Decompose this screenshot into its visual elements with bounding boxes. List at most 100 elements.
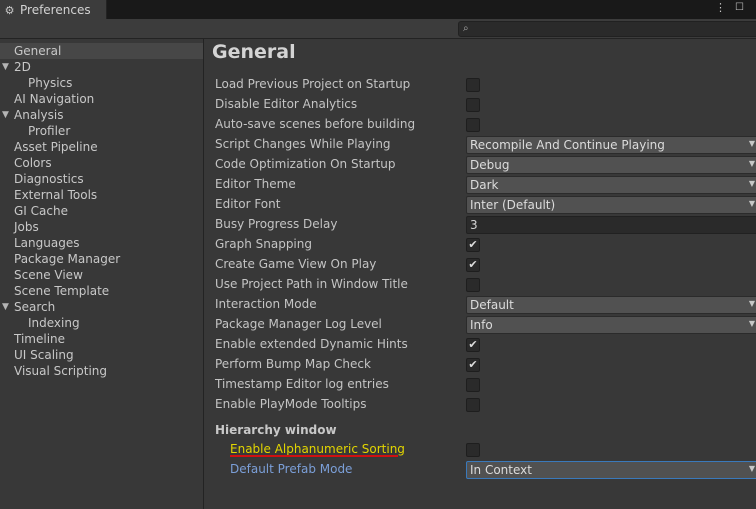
sidebar: General ▼ 2D Physics AI Navigation ▼ Analysis P…	[0, 39, 204, 509]
sidebar-item-jobs[interactable]: Jobs	[0, 219, 203, 235]
chevron-down-icon: ▼	[748, 139, 755, 148]
chevron-down-icon: ▼	[748, 464, 755, 473]
setting-row-editor-theme: Editor Theme Dark ▼	[215, 176, 756, 194]
chevron-down-icon: ▼	[748, 159, 755, 168]
main-panel: General Load Previous Project on Startup…	[204, 39, 756, 509]
sidebar-item-label: Colors	[14, 156, 52, 170]
toolbar: ⌕	[0, 19, 756, 39]
dropdown-script-changes-while-playing[interactable]: Recompile And Continue Playing ▼	[466, 136, 756, 154]
sidebar-item-label: Languages	[14, 236, 80, 250]
search-icon: ⌕	[463, 23, 469, 34]
dropdown-value: Info	[470, 318, 493, 332]
setting-label: Enable PlayMode Tooltips	[215, 397, 367, 411]
sidebar-item-scene-template[interactable]: Scene Template	[0, 283, 203, 299]
sidebar-item-label: Analysis	[14, 108, 64, 122]
checkbox-load-previous-project-on-startup[interactable]	[466, 78, 480, 92]
dropdown-value: Default	[470, 298, 514, 312]
dropdown-code-optimization-on-startup[interactable]: Debug ▼	[466, 156, 756, 174]
setting-row-auto-save-scenes-before-building: Auto-save scenes before building	[215, 116, 756, 134]
checkbox-timestamp-editor-log-entries[interactable]	[466, 378, 480, 392]
checkbox-graph-snapping[interactable]: ✔	[466, 238, 480, 252]
setting-row-graph-snapping: Graph Snapping ✔	[215, 236, 756, 254]
sidebar-item-ai-navigation[interactable]: AI Navigation	[0, 91, 203, 107]
sidebar-item-ui-scaling[interactable]: UI Scaling	[0, 347, 203, 363]
setting-row-script-changes-while-playing: Script Changes While Playing Recompile An…	[215, 136, 756, 154]
setting-row-enable-extended-dynamic-hints: Enable extended Dynamic Hints ✔	[215, 336, 756, 354]
number-value: 3	[470, 218, 478, 232]
setting-label: Load Previous Project on Startup	[215, 77, 411, 91]
dropdown-default-prefab-mode[interactable]: In Context ▼	[466, 461, 756, 479]
sidebar-item-visual-scripting[interactable]: Visual Scripting	[0, 363, 203, 379]
dropdown-editor-font[interactable]: Inter (Default) ▼	[466, 196, 756, 214]
setting-row-busy-progress-delay: Busy Progress Delay 3	[215, 216, 756, 234]
checkbox-disable-editor-analytics[interactable]	[466, 98, 480, 112]
setting-label: Timestamp Editor log entries	[215, 377, 389, 391]
checkbox-auto-save-scenes-before-building[interactable]	[466, 118, 480, 132]
checkbox-use-project-path-in-window-title[interactable]	[466, 278, 480, 292]
checkmark-icon: ✔	[468, 238, 478, 251]
sidebar-item-gi-cache[interactable]: GI Cache	[0, 203, 203, 219]
setting-label: Auto-save scenes before building	[215, 117, 416, 131]
sidebar-item-label: Indexing	[28, 316, 80, 330]
sidebar-item-label: Diagnostics	[14, 172, 84, 186]
sidebar-item-label: Profiler	[28, 124, 71, 138]
sidebar-item-diagnostics[interactable]: Diagnostics	[0, 171, 203, 187]
setting-label: Perform Bump Map Check	[215, 357, 371, 371]
sidebar-item-analysis[interactable]: ▼ Analysis	[0, 107, 203, 123]
sidebar-item-timeline[interactable]: Timeline	[0, 331, 203, 347]
tab-preferences[interactable]: ⚙ Preferences	[0, 0, 107, 20]
dropdown-package-manager-log-level[interactable]: Info ▼	[466, 316, 756, 334]
kebab-menu-icon[interactable]: ⋮	[715, 2, 726, 14]
checkbox-enable-playmode-tooltips[interactable]	[466, 398, 480, 412]
number-field-busy-progress-delay[interactable]: 3	[466, 216, 756, 234]
sidebar-item-profiler[interactable]: Profiler	[0, 123, 203, 139]
annotation-underline	[230, 455, 398, 457]
checkmark-icon: ✔	[468, 338, 478, 351]
setting-label: Busy Progress Delay	[215, 217, 338, 231]
setting-row-disable-editor-analytics: Disable Editor Analytics	[215, 96, 756, 114]
sidebar-item-search[interactable]: ▼ Search	[0, 299, 203, 315]
tab-bar: ⚙ Preferences ⋮ ☐	[0, 0, 756, 20]
checkbox-enable-extended-dynamic-hints[interactable]: ✔	[466, 338, 480, 352]
dropdown-interaction-mode[interactable]: Default ▼	[466, 296, 756, 314]
sidebar-item-languages[interactable]: Languages	[0, 235, 203, 251]
chevron-down-icon: ▼	[748, 299, 755, 308]
sidebar-item-label: AI Navigation	[14, 92, 95, 106]
chevron-down-icon: ▼	[748, 319, 755, 328]
sidebar-item-scene-view[interactable]: Scene View	[0, 267, 203, 283]
setting-row-create-game-view-on-play: Create Game View On Play ✔	[215, 256, 756, 274]
sidebar-item-label: Timeline	[14, 332, 66, 346]
expand-arrow-icon[interactable]: ▼	[2, 59, 9, 75]
setting-label: Enable extended Dynamic Hints	[215, 337, 408, 351]
checkbox-create-game-view-on-play[interactable]: ✔	[466, 258, 480, 272]
sidebar-item-label: Search	[14, 300, 56, 314]
sidebar-item-indexing[interactable]: Indexing	[0, 315, 203, 331]
maximize-icon[interactable]: ☐	[735, 2, 744, 14]
sidebar-item-physics[interactable]: Physics	[0, 75, 203, 91]
checkbox-perform-bump-map-check[interactable]: ✔	[466, 358, 480, 372]
sidebar-item-label: UI Scaling	[14, 348, 74, 362]
section-title-hierarchy: Hierarchy window	[215, 423, 337, 437]
setting-label: Use Project Path in Window Title	[215, 277, 408, 291]
expand-arrow-icon[interactable]: ▼	[2, 299, 9, 315]
sidebar-item-label: Scene View	[14, 268, 83, 282]
gear-icon: ⚙	[4, 3, 15, 17]
sidebar-item-label: External Tools	[14, 188, 98, 202]
sidebar-item-label: Jobs	[14, 220, 39, 234]
dropdown-value: Dark	[470, 178, 499, 192]
expand-arrow-icon[interactable]: ▼	[2, 107, 9, 123]
checkbox-enable-alphanumeric-sorting[interactable]	[466, 443, 480, 457]
sidebar-item-package-manager[interactable]: Package Manager	[0, 251, 203, 267]
sidebar-item-asset-pipeline[interactable]: Asset Pipeline	[0, 139, 203, 155]
setting-label: Editor Font	[215, 197, 281, 211]
sidebar-item-colors[interactable]: Colors	[0, 155, 203, 171]
sidebar-item-2d[interactable]: ▼ 2D	[0, 59, 203, 75]
sidebar-item-external-tools[interactable]: External Tools	[0, 187, 203, 203]
chevron-down-icon: ▼	[748, 179, 755, 188]
setting-row-load-previous-project-on-startup: Load Previous Project on Startup	[215, 76, 756, 94]
dropdown-value: Inter (Default)	[470, 198, 556, 212]
setting-row-enable-playmode-tooltips: Enable PlayMode Tooltips	[215, 396, 756, 414]
sidebar-item-general[interactable]: General	[0, 43, 203, 59]
search-input[interactable]: ⌕	[458, 21, 756, 37]
dropdown-editor-theme[interactable]: Dark ▼	[466, 176, 756, 194]
